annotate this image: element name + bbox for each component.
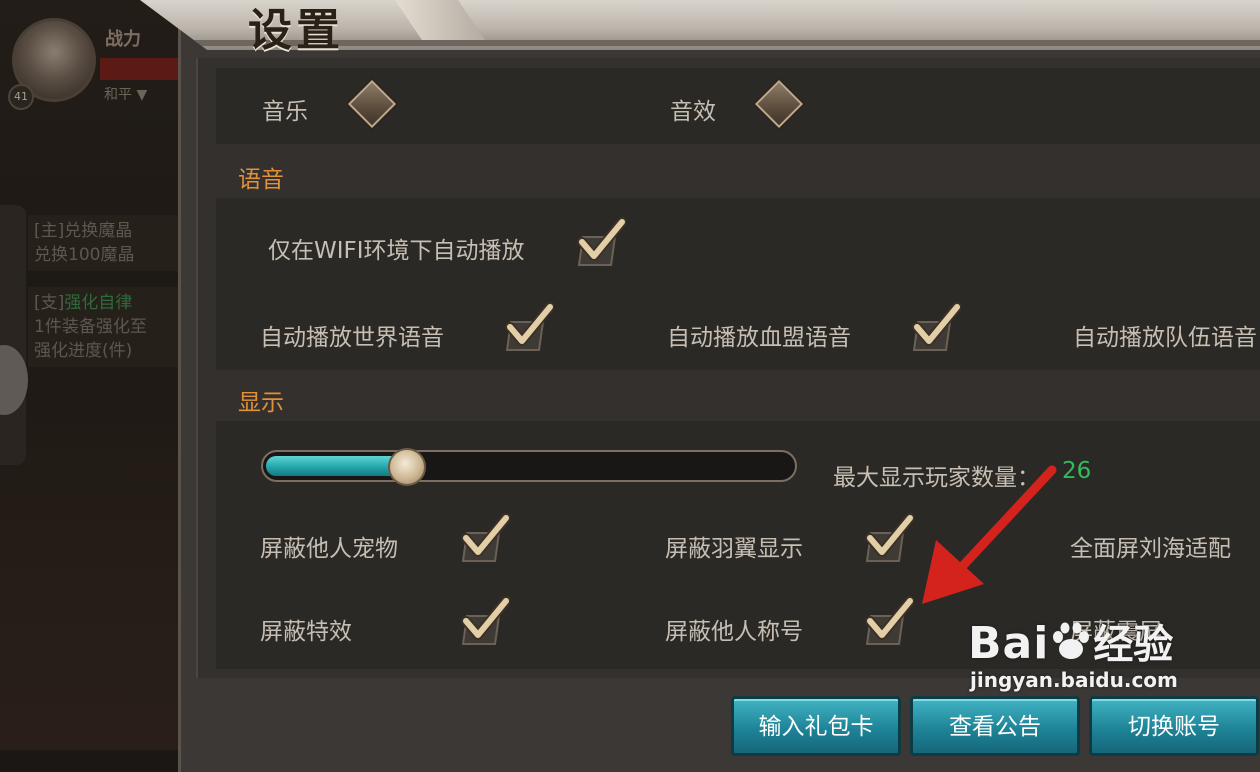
watermark-cn-text: 经验 bbox=[1093, 622, 1174, 668]
watermark-logo-text: Bai bbox=[968, 618, 1050, 669]
quest-tag: [支] bbox=[34, 293, 65, 313]
max-players-slider[interactable] bbox=[261, 450, 797, 482]
hide-titles-checkbox[interactable] bbox=[864, 596, 914, 645]
max-players-label: 最大显示玩家数量： bbox=[833, 465, 1040, 491]
hide-wings-checkbox[interactable] bbox=[864, 513, 914, 562]
checkmark-icon bbox=[461, 513, 510, 557]
watermark-url: jingyan.baidu.com bbox=[970, 668, 1178, 692]
guild-voice-label: 自动播放血盟语音 bbox=[667, 325, 851, 351]
world-voice-label: 自动播放世界语音 bbox=[260, 325, 444, 351]
music-label: 音乐 bbox=[262, 99, 308, 125]
hide-pets-label: 屏蔽他人宠物 bbox=[260, 536, 398, 562]
world-voice-checkbox[interactable] bbox=[504, 302, 554, 351]
power-label: 战力 bbox=[105, 29, 141, 50]
quest-title: 兑换魔晶 bbox=[64, 221, 133, 241]
paw-icon bbox=[1053, 622, 1090, 659]
quest-tag: [主] bbox=[34, 221, 65, 241]
checkmark-icon bbox=[505, 302, 554, 346]
game-background bbox=[0, 0, 200, 750]
quest-desc: 1件装备强化至 bbox=[34, 317, 147, 337]
pk-mode-label: 和平 bbox=[104, 87, 132, 103]
wifi-autoplay-checkbox[interactable] bbox=[576, 217, 626, 266]
fullscreen-notch-label: 全面屏刘海适配 bbox=[1070, 536, 1231, 562]
switch-account-button[interactable]: 切换账号 bbox=[1089, 696, 1259, 756]
hide-pets-checkbox[interactable] bbox=[460, 513, 510, 562]
chevron-down-icon: ▼ bbox=[136, 87, 148, 103]
guild-voice-checkbox[interactable] bbox=[911, 302, 961, 351]
quest-desc: 兑换100魔晶 bbox=[34, 245, 135, 265]
hide-wings-label: 屏蔽羽翼显示 bbox=[665, 536, 803, 562]
quest-side-tab[interactable] bbox=[0, 205, 26, 465]
checkmark-icon bbox=[912, 302, 961, 346]
player-level-badge: 41 bbox=[8, 84, 34, 110]
quest-item-side[interactable]: [支]强化自律 1件装备强化至 强化进度(件) bbox=[28, 287, 178, 367]
display-section-title: 显示 bbox=[238, 390, 284, 416]
checkmark-icon bbox=[461, 596, 510, 640]
baidu-watermark: Bai 经验 jingyan.baidu.com bbox=[968, 612, 1178, 692]
hide-titles-label: 屏蔽他人称号 bbox=[665, 619, 803, 645]
wifi-autoplay-label: 仅在WIFI环境下自动播放 bbox=[268, 238, 525, 264]
quest-progress: 强化进度(件) bbox=[34, 341, 133, 361]
hide-effects-label: 屏蔽特效 bbox=[260, 619, 352, 645]
max-players-value: 26 bbox=[1062, 458, 1092, 484]
checkmark-icon bbox=[865, 596, 914, 640]
slider-thumb[interactable] bbox=[388, 448, 426, 486]
sfx-label: 音效 bbox=[670, 99, 716, 125]
power-value-bar bbox=[100, 58, 180, 80]
checkmark-icon bbox=[577, 217, 626, 261]
team-voice-label: 自动播放队伍语音 bbox=[1073, 325, 1257, 351]
quest-title: 强化自律 bbox=[64, 293, 133, 313]
gift-code-button[interactable]: 输入礼包卡 bbox=[731, 696, 901, 756]
quest-item-main[interactable]: [主]兑换魔晶 兑换100魔晶 bbox=[28, 215, 178, 271]
voice-section-title: 语音 bbox=[238, 167, 284, 193]
window-title: 设置 bbox=[248, 5, 344, 56]
announcement-button[interactable]: 查看公告 bbox=[910, 696, 1080, 756]
pk-mode-selector[interactable]: 和平 ▼ bbox=[104, 84, 147, 104]
hide-effects-checkbox[interactable] bbox=[460, 596, 510, 645]
checkmark-icon bbox=[865, 513, 914, 557]
